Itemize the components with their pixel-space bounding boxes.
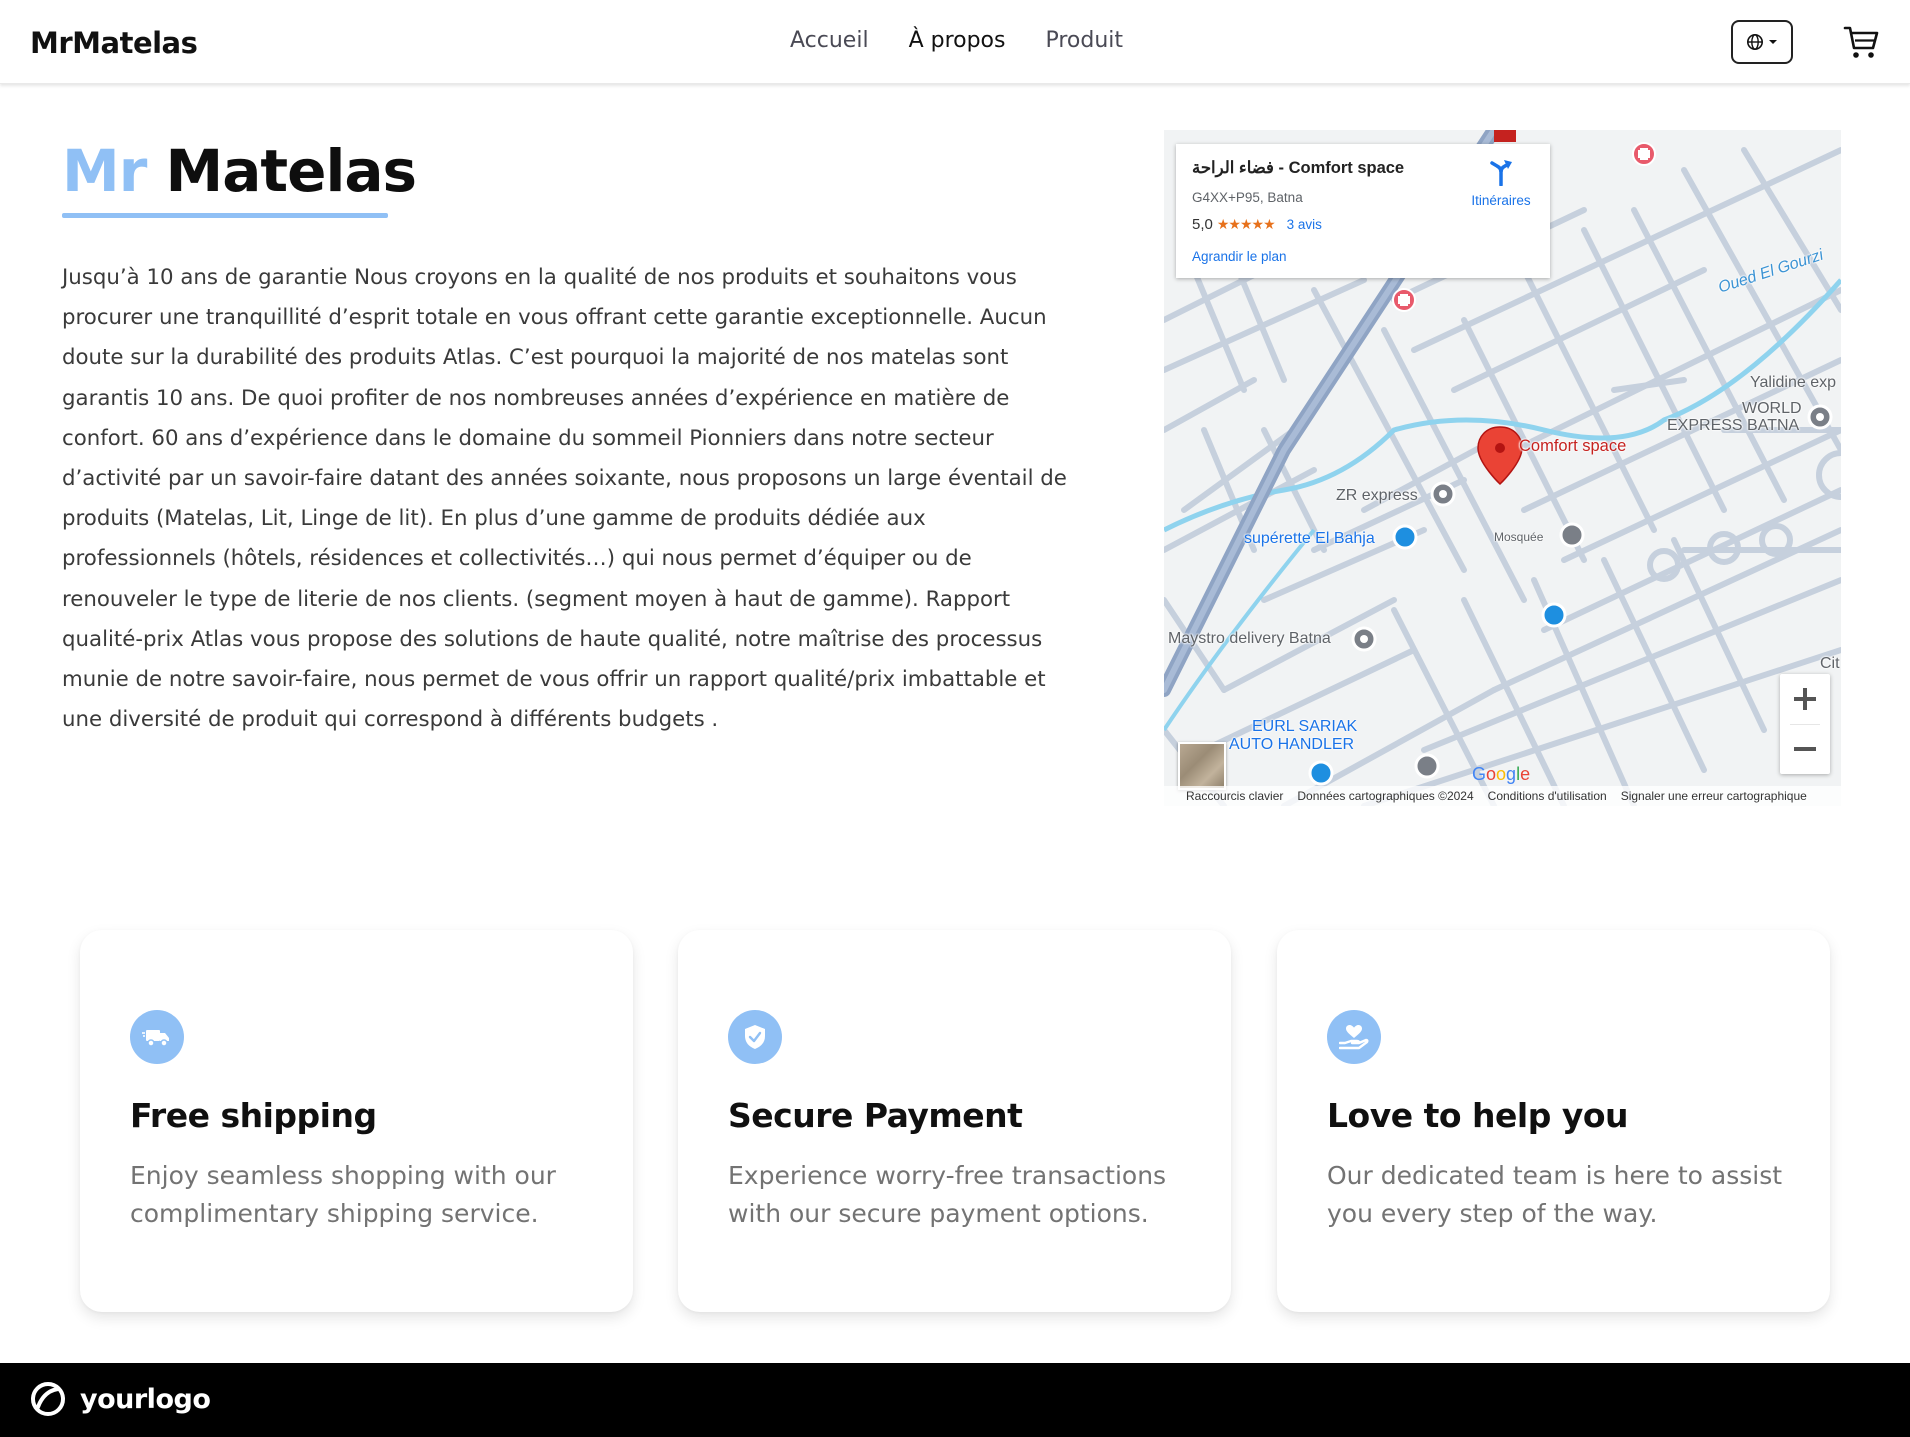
terms-link[interactable]: Conditions d'utilisation [1488,789,1607,803]
shipping-truck-icon [130,1010,184,1064]
map-label-zr-express[interactable]: ZR express [1336,487,1418,505]
logo-mark-icon [31,1382,65,1416]
feature-card-shipping: Free shipping Enjoy seamless shopping wi… [80,930,633,1312]
nav-link-produit[interactable]: Produit [1045,28,1123,53]
footer-logo-text: yourlogo [80,1383,211,1415]
feature-title: Love to help you [1327,1096,1629,1135]
place-address: G4XX+P95, Batna [1192,190,1303,205]
brand-logo[interactable]: MrMatelas [30,26,198,60]
rating-value: 5,0 [1192,216,1213,233]
footer-logo[interactable]: yourlogo [30,1381,211,1417]
zoom-in-button[interactable] [1780,674,1830,724]
place-name: فضاء الراحة - Comfort space [1192,159,1405,177]
map-label-world-2[interactable]: EXPRESS BATNA [1667,417,1799,435]
caret-down-icon [1769,40,1777,44]
language-selector-button[interactable] [1731,20,1793,64]
map-label-superette[interactable]: supérette El Bahja [1244,530,1375,548]
feature-title: Free shipping [130,1096,377,1135]
feature-text: Experience worry-free transactions with … [728,1161,1167,1228]
shield-icon [728,1010,782,1064]
site-header: MrMatelas Accueil À propos Produit [0,0,1910,84]
google-logo: Google [1472,764,1531,784]
plus-icon [1794,688,1816,710]
nav-link-accueil[interactable]: Accueil [790,28,869,53]
place-rating: 5,0 ★★★★★ 3 avis [1192,216,1322,233]
map-label-yalidine[interactable]: Yalidine exp [1750,374,1836,392]
title-accent: Mr [62,137,147,205]
feature-card-payment: Secure Payment Experience worry-free tra… [678,930,1231,1312]
main-nav: Accueil À propos Produit [790,28,1123,53]
feature-title: Secure Payment [728,1096,1023,1135]
directions-button[interactable]: Itinéraires [1461,158,1541,208]
globe-icon [1747,34,1763,50]
site-footer: yourlogo [0,1363,1910,1437]
map-label-mosquee[interactable]: Mosquée [1494,530,1543,544]
map-data-label: Données cartographiques ©2024 [1297,789,1474,803]
map-label-pin[interactable]: Comfort space [1519,437,1626,456]
map-zoom-controls [1780,674,1830,774]
heart-hand-icon [1327,1010,1381,1064]
google-map-embed[interactable]: Comfort space ZR express supérette El Ba… [1164,130,1841,806]
map-label-world-1[interactable]: WORLD [1742,400,1802,418]
enlarge-map-link[interactable]: Agrandir le plan [1192,249,1287,264]
directions-icon [1490,160,1512,187]
map-attribution-bar: Raccourcis clavier Données cartographiqu… [1164,786,1841,806]
directions-label: Itinéraires [1471,193,1531,208]
nav-link-a-propos[interactable]: À propos [909,28,1006,53]
title-underline [62,213,388,218]
map-label-maystro[interactable]: Maystro delivery Batna [1168,630,1331,648]
satellite-toggle-thumbnail[interactable] [1178,742,1226,790]
about-description: Jusqu’à 10 ans de garantie Nous croyons … [62,265,1067,733]
report-error-link[interactable]: Signaler une erreur cartographique [1621,789,1807,803]
zoom-out-button[interactable] [1780,724,1830,774]
place-card: فضاء الراحة - Comfort space G4XX+P95, Ba… [1176,144,1550,278]
rating-stars-icon: ★★★★★ [1216,216,1276,232]
minus-icon [1794,747,1816,751]
cart-icon[interactable] [1843,24,1881,60]
keyboard-shortcuts-link[interactable]: Raccourcis clavier [1186,789,1283,803]
map-label-eurl-1[interactable]: EURL SARIAK [1252,718,1357,736]
map-label-eurl-2[interactable]: AUTO HANDLER [1229,736,1354,754]
map-label-cit: Cit [1820,655,1840,672]
page-title: Mr Matelas [62,136,417,206]
feature-text: Our dedicated team is here to assist you… [1327,1161,1783,1228]
reviews-link[interactable]: 3 avis [1287,217,1322,232]
title-main: Matelas [165,137,417,205]
feature-text: Enjoy seamless shopping with our complim… [130,1161,556,1228]
feature-card-support: Love to help you Our dedicated team is h… [1277,930,1830,1312]
